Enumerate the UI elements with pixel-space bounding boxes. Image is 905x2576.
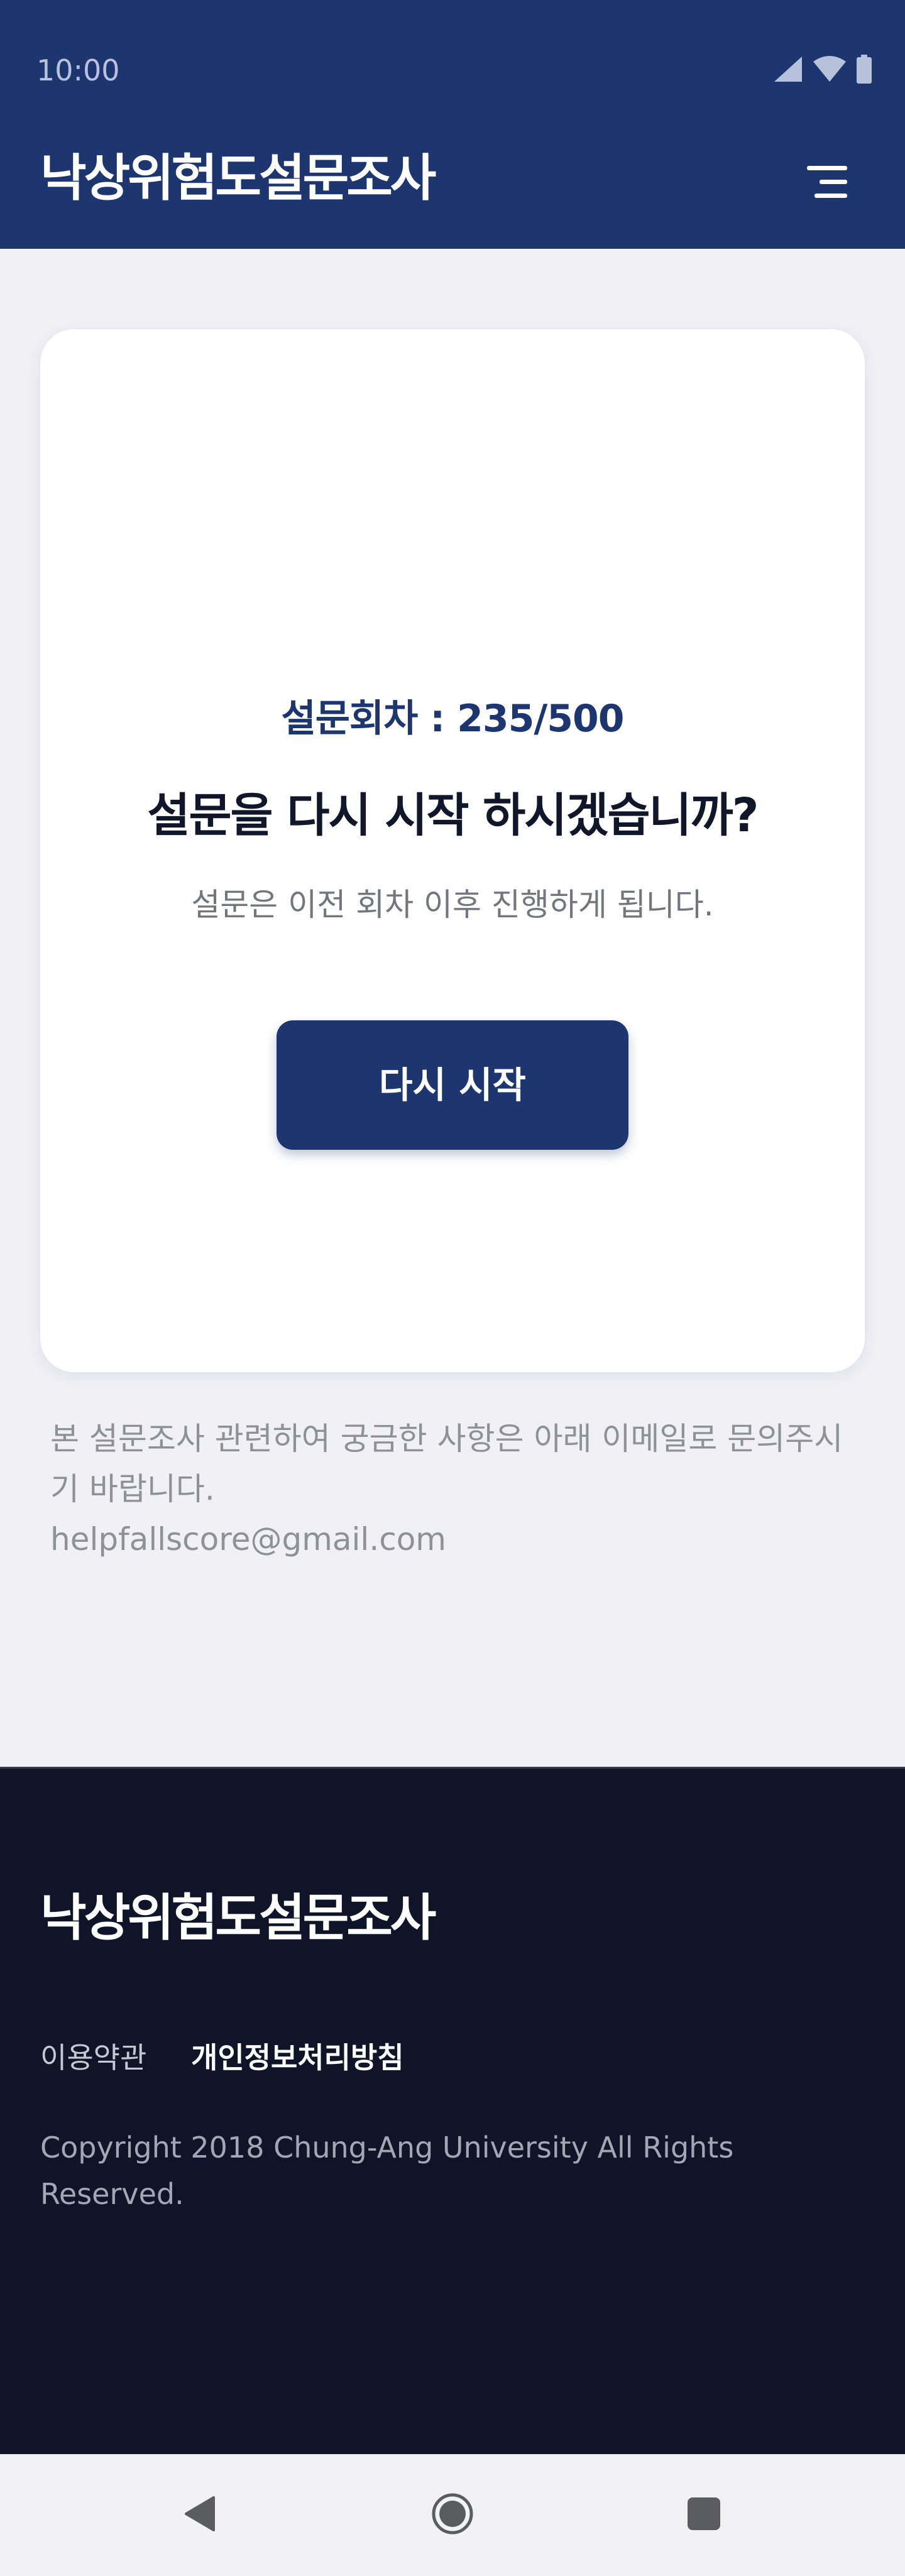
menu-button[interactable] xyxy=(796,156,856,206)
help-email-link[interactable]: helpfallscore@gmail.com xyxy=(50,1514,446,1564)
battery-icon xyxy=(856,55,872,86)
main-content: 설문회차 : 235/500 설문을 다시 시작 하시겠습니까? 설문은 이전 … xyxy=(0,249,905,1767)
footer-title: 낙상위험도설문조사 xyxy=(40,1889,436,1947)
recents-button[interactable] xyxy=(672,2484,735,2546)
privacy-policy-link[interactable]: 개인정보처리방침 xyxy=(191,2039,404,2077)
home-button[interactable] xyxy=(421,2484,484,2546)
restart-button[interactable]: 다시 시작 xyxy=(277,1020,628,1150)
app-header: 10:00 낙상위험도설문조사 xyxy=(0,0,905,249)
home-icon xyxy=(431,2492,474,2538)
status-icons xyxy=(773,53,872,88)
restart-question: 설문을 다시 시작 하시겠습니까? xyxy=(147,789,759,843)
survey-round-value: 235/500 xyxy=(457,697,624,741)
navigation-bar xyxy=(0,2454,905,2576)
survey-round: 설문회차 : 235/500 xyxy=(40,694,865,744)
copyright-text: Copyright 2018 Chung-Ang University All … xyxy=(40,2131,734,2211)
back-icon xyxy=(182,2495,217,2535)
recents-icon xyxy=(685,2495,723,2535)
restart-subtext: 설문은 이전 회차 이후 진행하게 됩니다. xyxy=(191,887,714,923)
signal-icon xyxy=(773,55,803,85)
help-text: 본 설문조사 관련하여 궁금한 사항은 아래 이메일로 문의주시기 바랍니다. xyxy=(50,1421,843,1507)
wifi-icon xyxy=(812,55,847,85)
back-button[interactable] xyxy=(168,2484,231,2546)
page-footer: 낙상위험도설문조사 이용약관 개인정보처리방침 Copyright 2018 C… xyxy=(0,1767,905,2454)
terms-link[interactable]: 이용약관 xyxy=(40,2039,146,2077)
menu-icon xyxy=(796,166,856,209)
app-title: 낙상위험도설문조사 xyxy=(40,149,436,207)
survey-round-label: 설문회차 : xyxy=(281,697,446,741)
status-time: 10:00 xyxy=(36,53,120,87)
restart-survey-card: 설문회차 : 235/500 설문을 다시 시작 하시겠습니까? 설문은 이전 … xyxy=(40,329,865,1372)
